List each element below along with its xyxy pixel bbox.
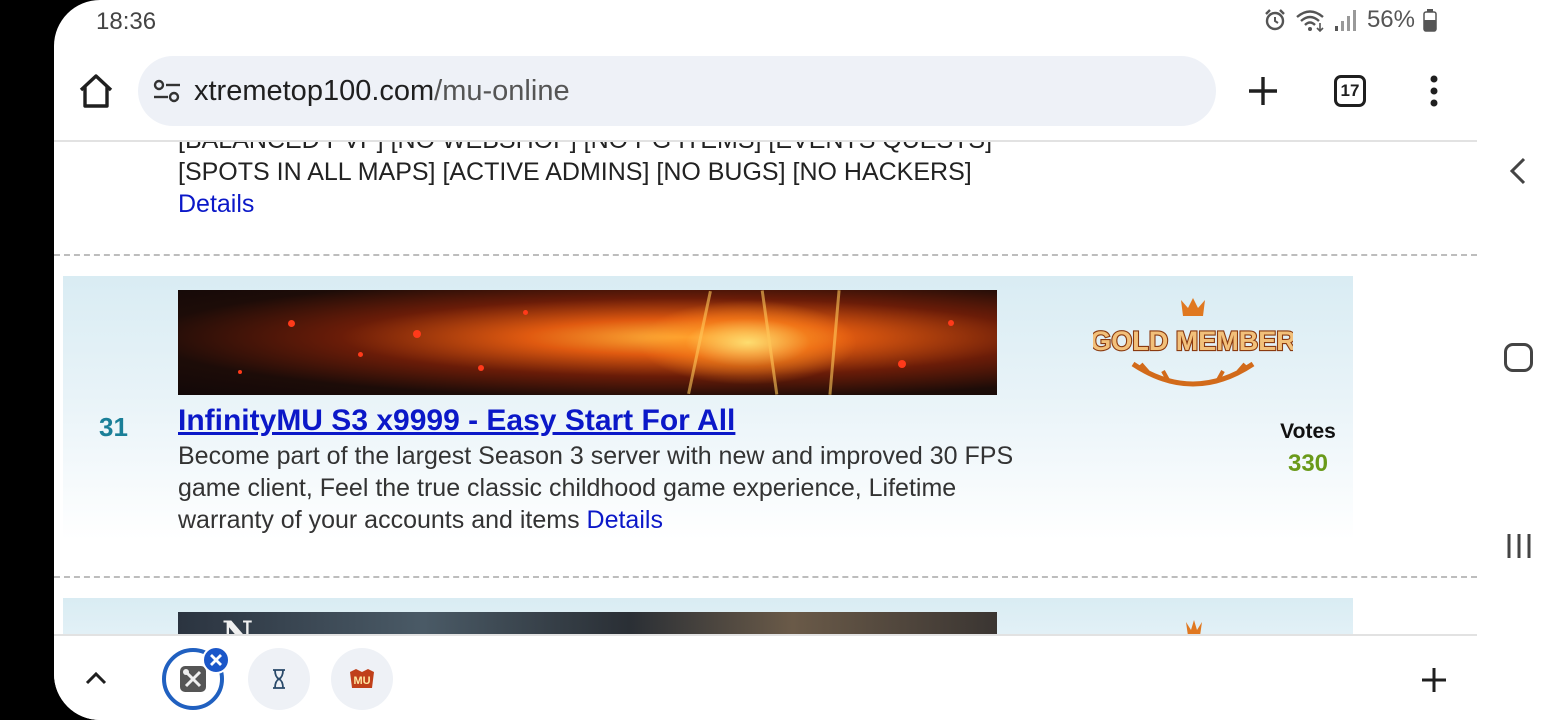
tab-strip: MU (54, 634, 1477, 720)
listing-separator (54, 254, 1477, 256)
banner-spark (358, 352, 363, 357)
url-text[interactable]: xtremetop100.com/mu-online (194, 75, 570, 108)
address-bar[interactable]: xtremetop100.com/mu-online (138, 56, 1216, 126)
tab-thumbnail[interactable]: MU (331, 648, 393, 710)
signal-icon (1334, 10, 1356, 31)
previous-listing-line: [SPOTS IN ALL MAPS] [ACTIVE ADMINS] [NO … (178, 158, 972, 186)
gold-member-badge-partial (1186, 620, 1202, 634)
recent-apps-icon[interactable] (1505, 532, 1533, 560)
battery-icon (1423, 9, 1437, 32)
next-banner-logo: N (222, 614, 254, 634)
banner-spark (898, 360, 906, 368)
tab-switcher-button[interactable]: 17 (1334, 75, 1366, 107)
votes-count: 330 (1287, 450, 1329, 477)
add-tab-icon[interactable] (1420, 666, 1448, 694)
close-tab-button[interactable] (202, 646, 230, 674)
previous-listing-clipped-line: [BALANCED PVP] [NO WEBSHOP] [NO PG ITEMS… (178, 142, 998, 156)
status-icons: 56% (1263, 6, 1437, 34)
server-banner[interactable] (178, 290, 997, 395)
back-icon[interactable] (1507, 156, 1529, 186)
listing-rank: 31 (99, 412, 128, 442)
banner-spark (523, 310, 528, 315)
more-menu-icon[interactable] (1424, 74, 1444, 108)
listing-description: Become part of the largest Season 3 serv… (178, 440, 1028, 536)
alarm-icon (1265, 9, 1285, 31)
banner-spark (413, 330, 421, 338)
banner-spark (288, 320, 295, 327)
banner-spark (478, 365, 484, 371)
url-host: xtremetop100.com (194, 75, 435, 107)
previous-details-link[interactable]: Details (178, 190, 254, 218)
wifi-icon (1296, 10, 1324, 32)
home-icon[interactable] (76, 71, 116, 111)
battery-percent: 56% (1366, 6, 1415, 33)
server-listing: 31 GOLD MEMBER InfinityMU S3 x9999 - Eas… (63, 276, 1353, 540)
banner-spark (948, 320, 954, 326)
status-time: 18:36 (96, 8, 157, 35)
listing-details-link[interactable]: Details (587, 506, 663, 534)
browser-screen: 18:36 56% xtremetop100.com/mu-online 17 … (54, 0, 1477, 720)
chevron-up-icon[interactable] (82, 664, 110, 692)
next-server-banner[interactable]: N (178, 612, 997, 634)
system-nav-bar (1477, 0, 1560, 720)
gold-member-badge: GOLD MEMBER (1093, 298, 1293, 387)
site-settings-icon[interactable] (152, 76, 182, 106)
close-icon (210, 654, 222, 666)
browser-toolbar: xtremetop100.com/mu-online 17 (54, 44, 1477, 140)
url-path: /mu-online (434, 75, 570, 107)
banner-glow (638, 300, 858, 385)
page-content[interactable]: [BALANCED PVP] [NO WEBSHOP] [NO PG ITEMS… (54, 142, 1477, 634)
mu-favicon-text: MU (353, 675, 370, 687)
tab-thumbnail[interactable] (248, 648, 310, 710)
home-nav-icon[interactable] (1504, 343, 1533, 372)
mu-favicon: MU (350, 669, 374, 688)
listing-title-link[interactable]: InfinityMU S3 x9999 - Easy Start For All (178, 404, 735, 438)
banner-spark (238, 370, 242, 374)
new-tab-icon[interactable] (1246, 74, 1280, 108)
previous-listing-text: [BALANCED PVP] [NO WEBSHOP] [NO PG ITEMS… (178, 142, 998, 220)
votes-label: Votes (1280, 420, 1336, 443)
device-frame: 18:36 56% xtremetop100.com/mu-online 17 … (0, 0, 1560, 720)
listing-separator (54, 576, 1477, 578)
tools-favicon (180, 666, 206, 692)
hourglass-favicon (273, 669, 285, 689)
status-bar: 18:36 56% (54, 0, 1477, 44)
next-server-listing: N (63, 598, 1353, 634)
badge-text: GOLD MEMBER (1093, 326, 1293, 356)
